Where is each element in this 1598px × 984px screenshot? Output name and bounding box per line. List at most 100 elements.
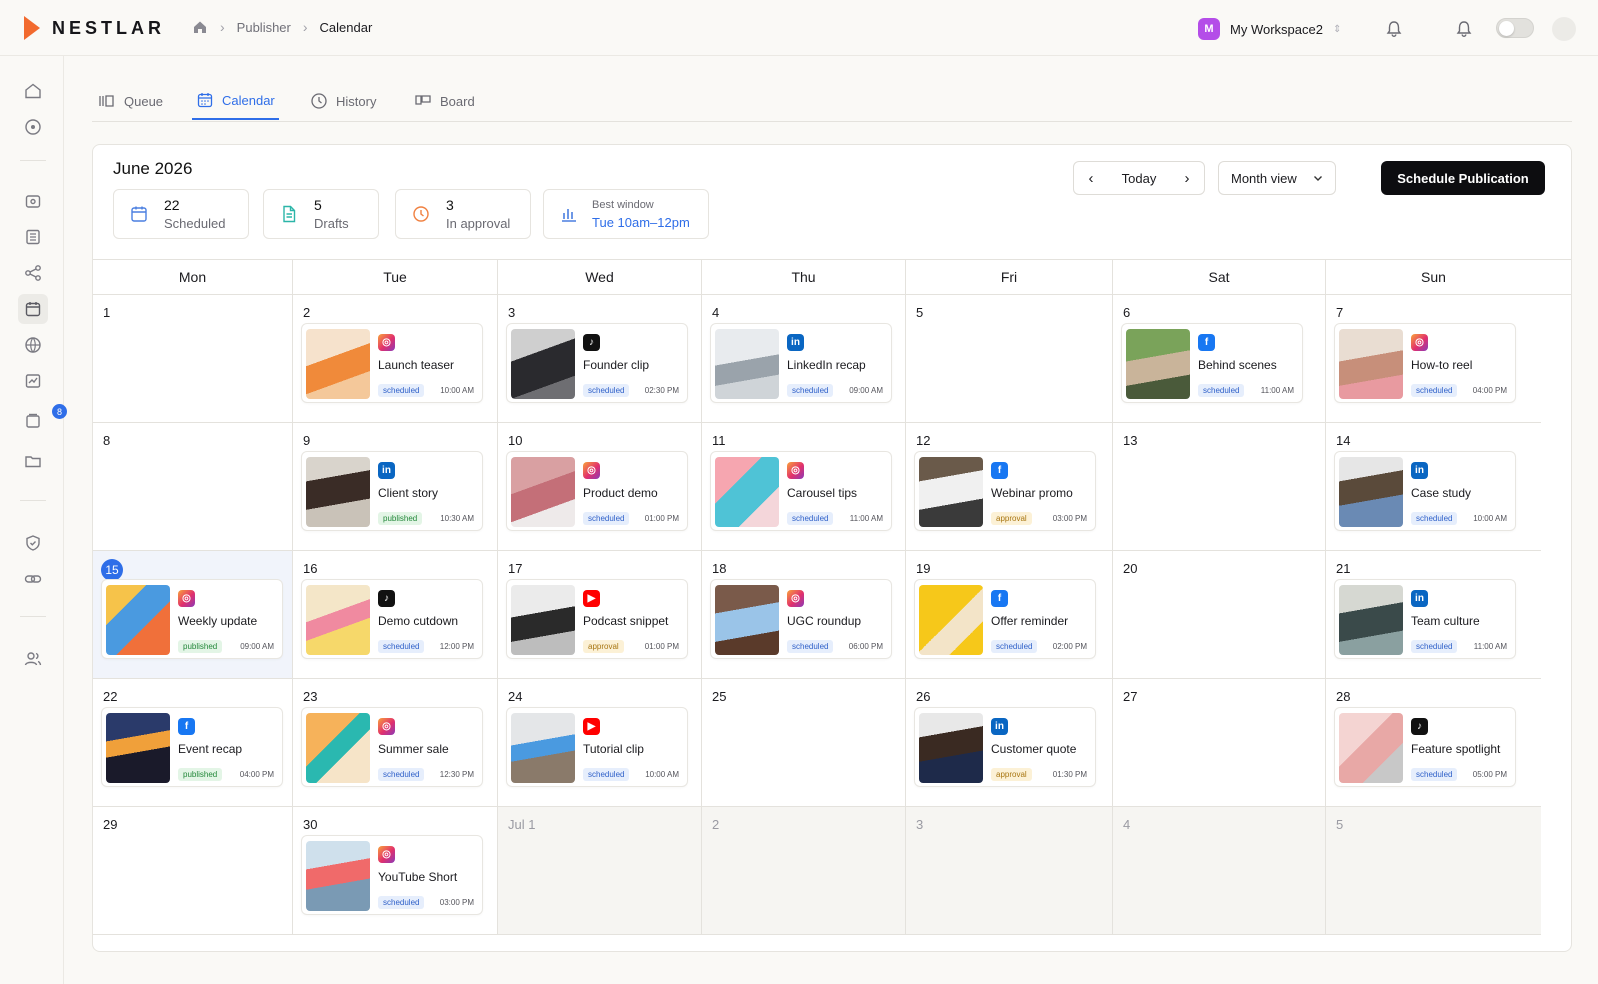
sidebar-users-icon[interactable] (22, 648, 44, 670)
post-time: 09:00 AM (849, 386, 883, 395)
logo[interactable]: NESTLAR (24, 16, 165, 40)
calendar-day[interactable]: 14 in Case study scheduled 10:00 AM (1326, 423, 1541, 551)
sidebar-inbox-icon[interactable] (22, 190, 44, 212)
calendar-day[interactable]: 1 (93, 295, 293, 423)
calendar-day[interactable]: 20 (1113, 551, 1326, 679)
post-card[interactable]: ◎ Carousel tips scheduled 11:00 AM (710, 451, 892, 531)
calendar-day[interactable]: 29 (93, 807, 293, 935)
calendar-day[interactable]: 21 in Team culture scheduled 11:00 AM (1326, 551, 1541, 679)
post-thumbnail (306, 585, 370, 655)
calendar-day-today[interactable]: 15 ◎ Weekly update published 09:00 AM (93, 551, 293, 679)
calendar-day[interactable]: 25 (702, 679, 906, 807)
sidebar-share-icon[interactable] (22, 262, 44, 284)
view-select[interactable]: Month view (1218, 161, 1336, 195)
post-card[interactable]: ♪ Founder clip scheduled 02:30 PM (506, 323, 688, 403)
chevron-right-icon[interactable]: › (1170, 170, 1204, 187)
sidebar-calendar-icon[interactable] (18, 294, 48, 324)
chevron-left-icon[interactable]: ‹ (1074, 170, 1108, 187)
post-time: 03:00 PM (1052, 514, 1087, 523)
sidebar-folder-icon[interactable] (22, 450, 44, 472)
post-card[interactable]: in Customer quote approval 01:30 PM (914, 707, 1096, 787)
post-card[interactable]: f Event recap published 04:00 PM (101, 707, 283, 787)
tab-board[interactable]: Board (410, 82, 479, 120)
workspace-avatar: M (1198, 18, 1220, 40)
sidebar-home-icon[interactable] (22, 80, 44, 102)
tab-calendar[interactable]: Calendar (192, 82, 279, 120)
post-card[interactable]: f Offer reminder scheduled 02:00 PM (914, 579, 1096, 659)
sidebar-list-icon[interactable] (22, 226, 44, 248)
calendar-day[interactable]: 5 (906, 295, 1113, 423)
post-card[interactable]: in Case study scheduled 10:00 AM (1334, 451, 1516, 531)
post-card[interactable]: in LinkedIn recap scheduled 09:00 AM (710, 323, 892, 403)
calendar-day[interactable]: 17 ▶ Podcast snippet approval 01:00 PM (498, 551, 702, 679)
post-card[interactable]: ◎ How-to reel scheduled 04:00 PM (1334, 323, 1516, 403)
calendar-day[interactable]: 18 ◎ UGC roundup scheduled 06:00 PM (702, 551, 906, 679)
calendar-day[interactable]: 6 f Behind scenes scheduled 11:00 AM (1113, 295, 1326, 423)
calendar-day[interactable]: 7 ◎ How-to reel scheduled 04:00 PM (1326, 295, 1541, 423)
calendar-day[interactable]: 24 ▶ Tutorial clip scheduled 10:00 AM (498, 679, 702, 807)
post-card[interactable]: in Client story published 10:30 AM (301, 451, 483, 531)
post-card[interactable]: ◎ Product demo scheduled 01:00 PM (506, 451, 688, 531)
calendar-day[interactable]: 23 ◎ Summer sale scheduled 12:30 PM (293, 679, 498, 807)
calendar-day[interactable]: 13 (1113, 423, 1326, 551)
tiktok-icon: ♪ (378, 590, 395, 607)
sidebar-analytics-icon[interactable] (22, 370, 44, 392)
calendar-day[interactable]: 3 (906, 807, 1113, 935)
post-card[interactable]: in Team culture scheduled 11:00 AM (1334, 579, 1516, 659)
sidebar-link-icon[interactable] (22, 568, 44, 590)
post-card[interactable]: ▶ Podcast snippet approval 01:00 PM (506, 579, 688, 659)
calendar-day[interactable]: 9 in Client story published 10:30 AM (293, 423, 498, 551)
post-card[interactable]: ◎ Launch teaser scheduled 10:00 AM (301, 323, 483, 403)
calendar-day[interactable]: 11 ◎ Carousel tips scheduled 11:00 AM (702, 423, 906, 551)
home-icon[interactable] (192, 19, 208, 35)
post-title: Customer quote (991, 742, 1077, 756)
calendar-day[interactable]: 3 ♪ Founder clip scheduled 02:30 PM (498, 295, 702, 423)
sidebar-shield-icon[interactable] (22, 532, 44, 554)
calendar-day[interactable]: 10 ◎ Product demo scheduled 01:00 PM (498, 423, 702, 551)
today-button[interactable]: Today (1108, 171, 1170, 186)
instagram-icon: ◎ (378, 334, 395, 351)
tab-queue[interactable]: Queue (94, 82, 167, 120)
post-thumbnail (306, 713, 370, 783)
calendar-day[interactable]: 19 f Offer reminder scheduled 02:00 PM (906, 551, 1113, 679)
post-card[interactable]: ◎ UGC roundup scheduled 06:00 PM (710, 579, 892, 659)
post-card[interactable]: ◎ Summer sale scheduled 12:30 PM (301, 707, 483, 787)
post-card[interactable]: ▶ Tutorial clip scheduled 10:00 AM (506, 707, 688, 787)
tab-history[interactable]: History (306, 82, 380, 120)
calendar-day[interactable]: 5 (1326, 807, 1541, 935)
calendar-day[interactable]: 4 (1113, 807, 1326, 935)
theme-toggle[interactable] (1496, 18, 1534, 38)
calendar-day[interactable]: 16 ♪ Demo cutdown scheduled 12:00 PM (293, 551, 498, 679)
workspace-switcher[interactable]: M My Workspace2 ⇕ (1198, 18, 1341, 40)
calendar-day[interactable]: Jul 1 (498, 807, 702, 935)
breadcrumb-publisher[interactable]: Publisher (237, 20, 291, 35)
schedule-publication-button[interactable]: Schedule Publication (1381, 161, 1545, 195)
calendar-day[interactable]: 12 f Webinar promo approval 03:00 PM (906, 423, 1113, 551)
post-card[interactable]: f Webinar promo approval 03:00 PM (914, 451, 1096, 531)
calendar-day[interactable]: 28 ♪ Feature spotlight scheduled 05:00 PM (1326, 679, 1541, 807)
post-card[interactable]: f Behind scenes scheduled 11:00 AM (1121, 323, 1303, 403)
day-number: 15 (101, 559, 123, 581)
calendar-day[interactable]: 30 ◎ YouTube Short scheduled 03:00 PM (293, 807, 498, 935)
notification-bell-icon[interactable] (1454, 19, 1474, 39)
status-badge: scheduled (787, 384, 834, 397)
user-avatar[interactable] (1552, 17, 1576, 41)
calendar-day[interactable]: 26 in Customer quote approval 01:30 PM (906, 679, 1113, 807)
calendar-day[interactable]: 8 (93, 423, 293, 551)
post-card[interactable]: ♪ Demo cutdown scheduled 12:00 PM (301, 579, 483, 659)
post-title: Event recap (178, 742, 243, 756)
bell-icon[interactable] (1384, 19, 1404, 39)
sidebar-notifications-icon[interactable]: 8 (22, 404, 67, 432)
sidebar-compass-icon[interactable] (22, 116, 44, 138)
sidebar-divider (20, 616, 46, 617)
post-card[interactable]: ◎ YouTube Short scheduled 03:00 PM (301, 835, 483, 915)
sidebar-globe-icon[interactable] (22, 334, 44, 356)
calendar-day[interactable]: 22 f Event recap published 04:00 PM (93, 679, 293, 807)
calendar-day[interactable]: 4 in LinkedIn recap scheduled 09:00 AM (702, 295, 906, 423)
calendar-day[interactable]: 2 (702, 807, 906, 935)
day-number: 25 (712, 689, 727, 704)
calendar-day[interactable]: 2 ◎ Launch teaser scheduled 10:00 AM (293, 295, 498, 423)
calendar-day[interactable]: 27 (1113, 679, 1326, 807)
post-card[interactable]: ♪ Feature spotlight scheduled 05:00 PM (1334, 707, 1516, 787)
post-card[interactable]: ◎ Weekly update published 09:00 AM (101, 579, 283, 659)
